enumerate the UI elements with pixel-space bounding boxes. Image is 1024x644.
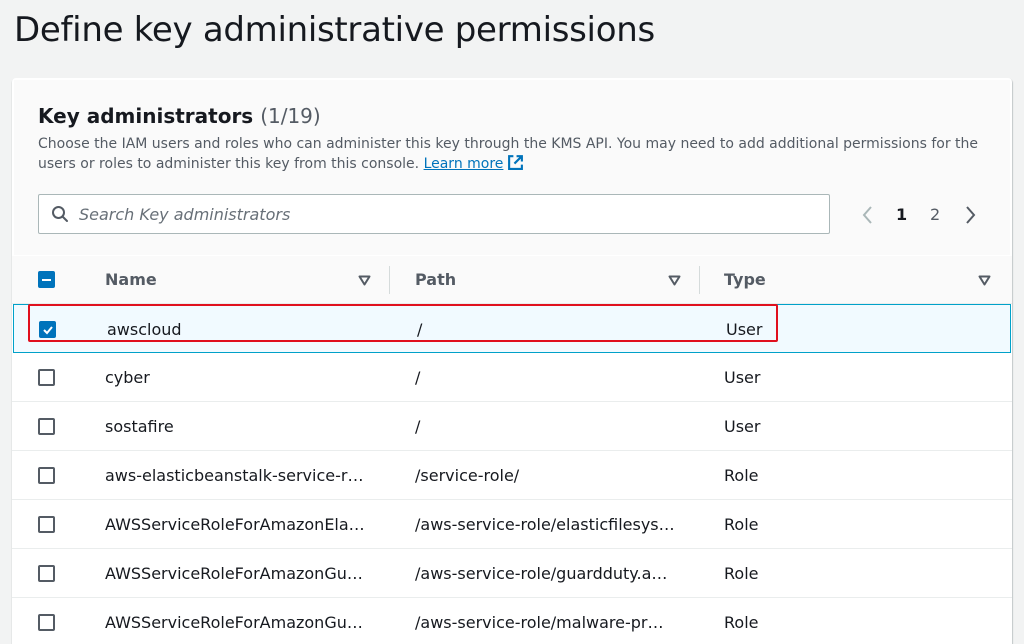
cell-path: /aws-service-role/guardduty.a… — [415, 564, 667, 583]
sort-type-icon[interactable] — [978, 273, 991, 291]
search-key-administrators[interactable] — [38, 194, 830, 234]
page-2-button[interactable]: 2 — [930, 205, 940, 224]
key-administrators-panel: Key administrators (1/19) Choose the IAM… — [12, 78, 1012, 644]
cell-name: AWSServiceRoleForAmazonGu… — [105, 564, 363, 583]
cell-type: Role — [724, 515, 758, 534]
learn-more-link[interactable]: Learn more — [424, 156, 525, 172]
cell-path: /service-role/ — [415, 466, 519, 485]
table-row[interactable]: cyber / User — [12, 353, 1012, 402]
table-row[interactable]: sostafire / User — [12, 402, 1012, 451]
chevron-left-icon — [860, 204, 876, 226]
cell-type: User — [726, 320, 762, 339]
table-row[interactable]: AWSServiceRoleForAmazonEla… /aws-service… — [12, 500, 1012, 549]
cell-path: /aws-service-role/malware-pr… — [415, 613, 663, 632]
row-checkbox[interactable] — [39, 321, 56, 338]
table-row[interactable]: AWSServiceRoleForAmazonGu… /aws-service-… — [12, 549, 1012, 598]
column-header-name[interactable]: Name — [105, 270, 157, 289]
row-checkbox[interactable] — [38, 369, 55, 386]
cell-name: sostafire — [105, 417, 174, 436]
column-header-type[interactable]: Type — [724, 270, 766, 289]
row-checkbox[interactable] — [38, 614, 55, 631]
key-administrators-table: Name Path Type awscloud / User cyber / U… — [12, 256, 1012, 644]
previous-page-button[interactable] — [860, 204, 876, 231]
table-row[interactable]: aws-elasticbeanstalk-service-r… /service… — [12, 451, 1012, 500]
cell-name: awscloud — [107, 320, 182, 339]
search-icon — [51, 205, 69, 228]
column-divider[interactable] — [699, 266, 700, 294]
section-title: Key administrators (1/19) — [38, 104, 321, 128]
cell-path: / — [415, 368, 420, 387]
cell-name: aws-elasticbeanstalk-service-r… — [105, 466, 363, 485]
section-title-text: Key administrators — [38, 104, 253, 128]
cell-path: /aws-service-role/elasticfilesys… — [415, 515, 675, 534]
column-divider[interactable] — [389, 266, 390, 294]
table-row[interactable]: AWSServiceRoleForAmazonGu… /aws-service-… — [12, 598, 1012, 644]
cell-type: User — [724, 417, 760, 436]
column-header-path[interactable]: Path — [415, 270, 456, 289]
selection-count: (1/19) — [260, 104, 321, 128]
checkmark-icon — [42, 324, 54, 336]
chevron-right-icon — [962, 204, 978, 226]
cell-name: AWSServiceRoleForAmazonEla… — [105, 515, 365, 534]
cell-type: Role — [724, 466, 758, 485]
select-all-checkbox[interactable] — [38, 271, 55, 288]
row-checkbox[interactable] — [38, 565, 55, 582]
sort-path-icon[interactable] — [668, 273, 681, 291]
page-1-button[interactable]: 1 — [896, 205, 907, 224]
cell-name: cyber — [105, 368, 150, 387]
table-header: Name Path Type — [12, 256, 1012, 304]
cell-path: / — [415, 417, 420, 436]
cell-path: / — [417, 320, 422, 339]
section-description: Choose the IAM users and roles who can a… — [38, 134, 988, 177]
sort-name-icon[interactable] — [358, 273, 371, 291]
cell-type: User — [724, 368, 760, 387]
cell-name: AWSServiceRoleForAmazonGu… — [105, 613, 363, 632]
row-checkbox[interactable] — [38, 418, 55, 435]
external-link-icon — [507, 154, 524, 177]
next-page-button[interactable] — [962, 204, 978, 231]
row-checkbox[interactable] — [38, 516, 55, 533]
page-title: Define key administrative permissions — [14, 10, 655, 50]
row-checkbox[interactable] — [38, 467, 55, 484]
search-input[interactable] — [79, 203, 819, 225]
learn-more-label: Learn more — [424, 156, 504, 172]
table-row[interactable]: awscloud / User — [13, 304, 1011, 353]
cell-type: Role — [724, 564, 758, 583]
cell-type: Role — [724, 613, 758, 632]
